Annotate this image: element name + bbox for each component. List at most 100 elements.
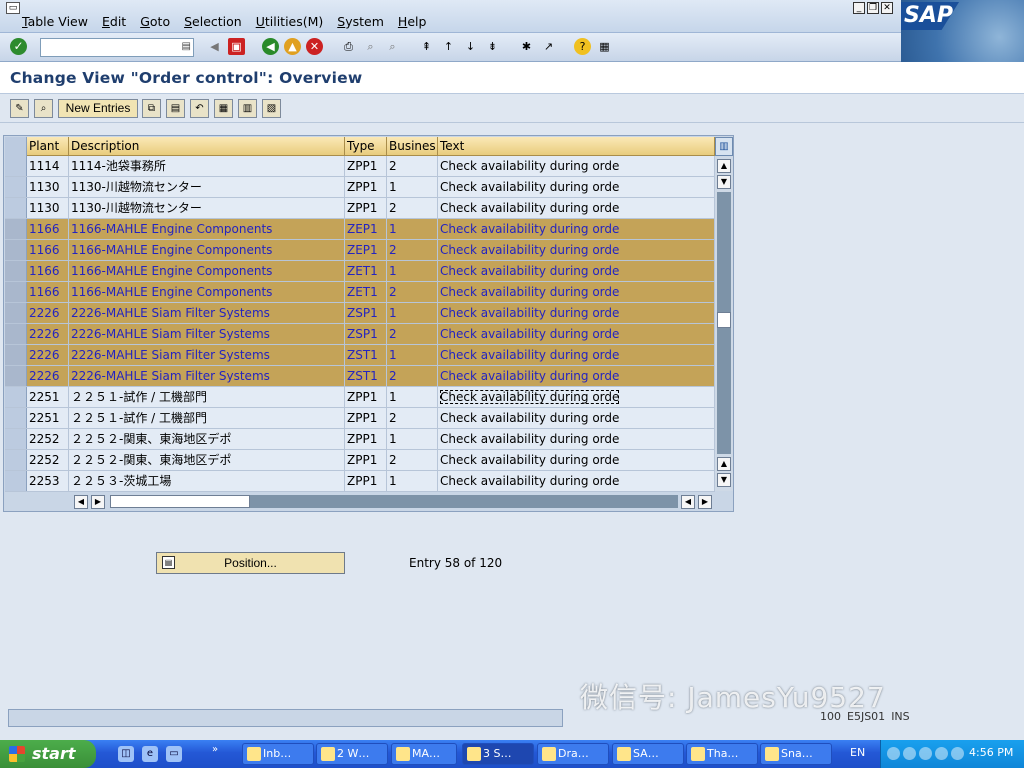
cell-description[interactable]: 1114-池袋事務所: [69, 156, 345, 176]
tray-icon[interactable]: [935, 747, 948, 760]
row-selector[interactable]: [5, 324, 27, 344]
table-settings-icon[interactable]: ▥: [715, 137, 733, 156]
cell-description[interactable]: 1130-川越物流センター: [69, 198, 345, 218]
folder-icon[interactable]: ▭: [166, 746, 182, 762]
last-page-icon[interactable]: ⇟: [484, 38, 501, 55]
cell-business[interactable]: 2: [387, 240, 438, 260]
cell-plant[interactable]: 1166: [27, 219, 69, 239]
select-all-icon[interactable]: ▦: [214, 99, 233, 118]
cell-description[interactable]: ２２５２-関東、東海地区デポ: [69, 429, 345, 449]
system-menu-icon[interactable]: ▭: [6, 2, 20, 14]
cell-type[interactable]: ZPP1: [345, 408, 387, 428]
column-header-plant[interactable]: Plant: [27, 137, 69, 155]
task-snagit[interactable]: Sna…: [760, 743, 832, 765]
first-page-icon[interactable]: ⇞: [418, 38, 435, 55]
cell-description[interactable]: 1130-川越物流センター: [69, 177, 345, 197]
previous-page-icon[interactable]: ↑: [440, 38, 457, 55]
vertical-scrollbar[interactable]: ▲ ▼ ▲ ▼: [715, 156, 733, 491]
cell-business[interactable]: 2: [387, 282, 438, 302]
row-selector[interactable]: [5, 429, 27, 449]
menu-utilities[interactable]: Utilities(M): [256, 14, 324, 29]
menu-table-view[interactable]: Table View: [22, 14, 88, 29]
cell-description[interactable]: 2226-MAHLE Siam Filter Systems: [69, 366, 345, 386]
find-next-icon[interactable]: ⌕: [384, 38, 401, 55]
delete-icon[interactable]: ▤: [166, 99, 185, 118]
row-selector[interactable]: [5, 261, 27, 281]
cell-text[interactable]: Check availability during orde: [438, 240, 715, 260]
task-sap[interactable]: 3 S…: [462, 743, 534, 765]
cell-type[interactable]: ZPP1: [345, 450, 387, 470]
minimize-icon[interactable]: _: [853, 2, 865, 14]
cell-description[interactable]: ２２５１-試作 / 工機部門: [69, 408, 345, 428]
cell-description[interactable]: 1166-MAHLE Engine Components: [69, 261, 345, 281]
cell-plant[interactable]: 2226: [27, 345, 69, 365]
change-display-icon[interactable]: ✎: [10, 99, 29, 118]
scroll-left-icon[interactable]: ◀: [74, 495, 88, 509]
create-session-icon[interactable]: ✱: [518, 38, 535, 55]
menu-system[interactable]: System: [337, 14, 384, 29]
cell-description[interactable]: 2226-MAHLE Siam Filter Systems: [69, 345, 345, 365]
cell-description[interactable]: 2226-MAHLE Siam Filter Systems: [69, 324, 345, 344]
tray-icon[interactable]: [887, 747, 900, 760]
horizontal-scrollbar[interactable]: ◀ ▶ ◀ ▶: [70, 493, 715, 510]
cell-description[interactable]: ２２５２-関東、東海地区デポ: [69, 450, 345, 470]
cell-type[interactable]: ZPP1: [345, 429, 387, 449]
vertical-scroll-thumb[interactable]: [717, 312, 731, 328]
row-selector[interactable]: [5, 303, 27, 323]
print-icon[interactable]: ⎙: [340, 38, 357, 55]
task-explorer[interactable]: 2 W…: [316, 743, 388, 765]
wifi-icon[interactable]: [951, 747, 964, 760]
cell-type[interactable]: ZSP1: [345, 324, 387, 344]
shortcut-icon[interactable]: ↗: [540, 38, 557, 55]
cell-plant[interactable]: 1130: [27, 177, 69, 197]
cell-description[interactable]: 1166-MAHLE Engine Components: [69, 219, 345, 239]
scroll-up-icon[interactable]: ▲: [717, 159, 731, 173]
command-field[interactable]: ▤: [40, 38, 194, 57]
cell-text[interactable]: Check availability during orde: [438, 429, 715, 449]
task-word[interactable]: MA…: [391, 743, 457, 765]
column-header-business[interactable]: Busines…: [387, 137, 438, 155]
row-selector[interactable]: [5, 471, 27, 491]
cell-plant[interactable]: 1130: [27, 198, 69, 218]
cell-business[interactable]: 1: [387, 303, 438, 323]
cell-business[interactable]: 1: [387, 429, 438, 449]
cell-text[interactable]: Check availability during orde: [438, 324, 715, 344]
cell-description[interactable]: ２２５１-試作 / 工機部門: [69, 387, 345, 407]
cell-business[interactable]: 2: [387, 408, 438, 428]
collapse-icon[interactable]: ◀: [206, 38, 223, 55]
restore-icon[interactable]: ❐: [867, 2, 879, 14]
menu-selection[interactable]: Selection: [184, 14, 242, 29]
cell-type[interactable]: ZEP1: [345, 219, 387, 239]
scroll-page-down-icon[interactable]: ▼: [717, 175, 731, 189]
cancel-icon[interactable]: ✕: [306, 38, 323, 55]
undo-change-icon[interactable]: ↶: [190, 99, 209, 118]
row-selector[interactable]: [5, 282, 27, 302]
cell-plant[interactable]: 2251: [27, 387, 69, 407]
desktop-icon[interactable]: ◫: [118, 746, 134, 762]
scroll-right-page-icon[interactable]: ▶: [91, 495, 105, 509]
cell-business[interactable]: 2: [387, 156, 438, 176]
cell-text[interactable]: Check availability during orde: [438, 408, 715, 428]
cell-type[interactable]: ZET1: [345, 261, 387, 281]
row-selector[interactable]: [5, 240, 27, 260]
save-icon[interactable]: ▣: [228, 38, 245, 55]
cell-plant[interactable]: 2252: [27, 429, 69, 449]
cell-plant[interactable]: 2226: [27, 366, 69, 386]
enter-icon[interactable]: ✓: [10, 38, 27, 55]
cell-plant[interactable]: 1166: [27, 282, 69, 302]
cell-type[interactable]: ZSP1: [345, 303, 387, 323]
select-block-icon[interactable]: ▥: [238, 99, 257, 118]
cell-plant[interactable]: 2226: [27, 303, 69, 323]
row-selector[interactable]: [5, 345, 27, 365]
cell-plant[interactable]: 1166: [27, 261, 69, 281]
cell-type[interactable]: ZPP1: [345, 177, 387, 197]
cell-text[interactable]: Check availability during orde: [438, 156, 715, 176]
tray-icon[interactable]: [903, 747, 916, 760]
layout-menu-icon[interactable]: ▦: [596, 38, 613, 55]
cell-text[interactable]: Check availability during orde: [438, 282, 715, 302]
find-icon[interactable]: ⌕: [362, 38, 379, 55]
scroll-left-page-icon[interactable]: ◀: [681, 495, 695, 509]
search-icon[interactable]: ⌕: [34, 99, 53, 118]
cell-type[interactable]: ZPP1: [345, 471, 387, 491]
cell-type[interactable]: ZST1: [345, 366, 387, 386]
